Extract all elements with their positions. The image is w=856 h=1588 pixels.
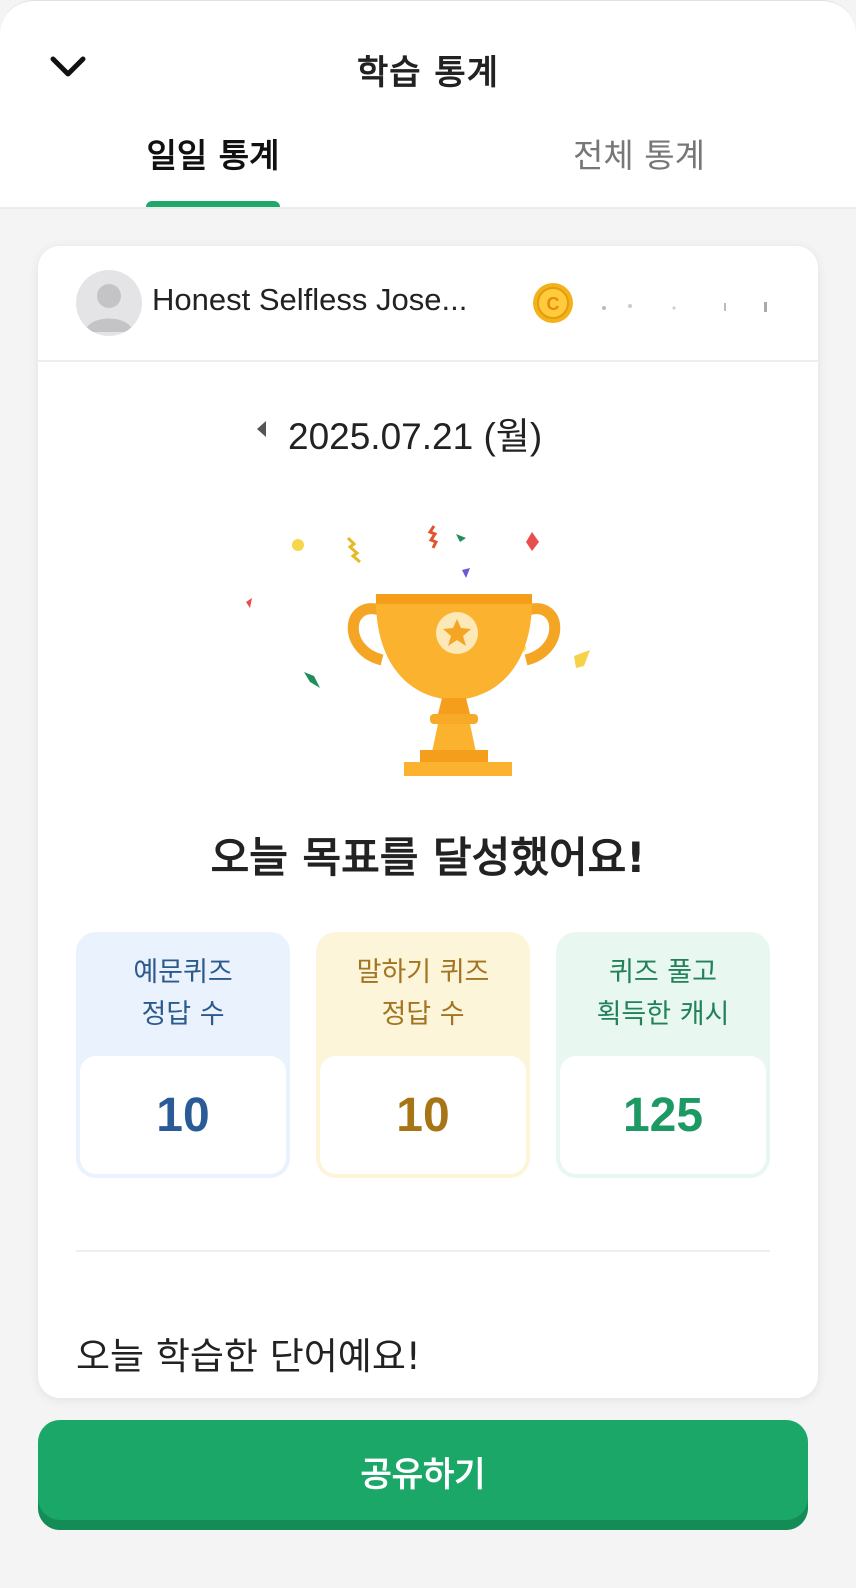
stat-card-example-quiz: 예문퀴즈 정답 수 10	[76, 932, 290, 1178]
daily-stats-card: Honest Selfless Jose... C 2025.07.21 (월)	[38, 246, 818, 1398]
page-title: 학습 통계	[357, 53, 499, 93]
date-selector: 2025.07.21 (월)	[38, 404, 818, 457]
user-placeholder-icon	[85, 284, 133, 332]
tab-total-stats[interactable]: 전체 통계	[572, 129, 706, 177]
learned-words-title: 오늘 학습한 단어예요!	[76, 1335, 421, 1378]
tab-daily-stats[interactable]: 일일 통계	[146, 129, 280, 177]
stat-label: 퀴즈 풀고 획득한 캐시	[556, 932, 770, 1056]
stat-card-speaking-quiz: 말하기 퀴즈 정답 수 10	[316, 932, 530, 1178]
prev-date-button[interactable]	[246, 414, 276, 444]
profile-row: Honest Selfless Jose... C	[38, 246, 818, 362]
coin-icon: C	[533, 283, 573, 323]
user-name: Honest Selfless Jose...	[152, 282, 468, 317]
avatar	[76, 270, 142, 336]
date-label: 2025.07.21 (월)	[288, 416, 543, 457]
stat-label-line1: 예문퀴즈	[133, 957, 233, 988]
svg-text:C: C	[547, 294, 560, 314]
goal-achieved-title: 오늘 목표를 달성했어요!	[210, 833, 646, 882]
stat-label-line1: 말하기 퀴즈	[356, 957, 490, 988]
stat-value: 10	[320, 1056, 526, 1174]
trophy-illustration	[234, 518, 614, 788]
stat-label-line2: 정답 수	[141, 999, 225, 1030]
share-button[interactable]: 공유하기	[38, 1420, 808, 1530]
section-divider	[76, 1250, 770, 1252]
stat-value: 125	[560, 1056, 766, 1174]
stat-value: 10	[80, 1056, 286, 1174]
stat-label: 예문퀴즈 정답 수	[76, 932, 290, 1056]
blurred-detail	[602, 302, 767, 312]
stat-label-line2: 획득한 캐시	[596, 999, 730, 1030]
stat-label-line2: 정답 수	[381, 999, 465, 1030]
stat-label-line1: 퀴즈 풀고	[609, 957, 717, 988]
header-sheet: 학습 통계 일일 통계 전체 통계	[0, 0, 856, 209]
trophy-icon	[246, 525, 590, 776]
stat-card-earned-cash: 퀴즈 풀고 획득한 캐시 125	[556, 932, 770, 1178]
caret-left-icon	[257, 421, 266, 437]
header-divider	[0, 207, 856, 209]
stat-label: 말하기 퀴즈 정답 수	[316, 932, 530, 1056]
